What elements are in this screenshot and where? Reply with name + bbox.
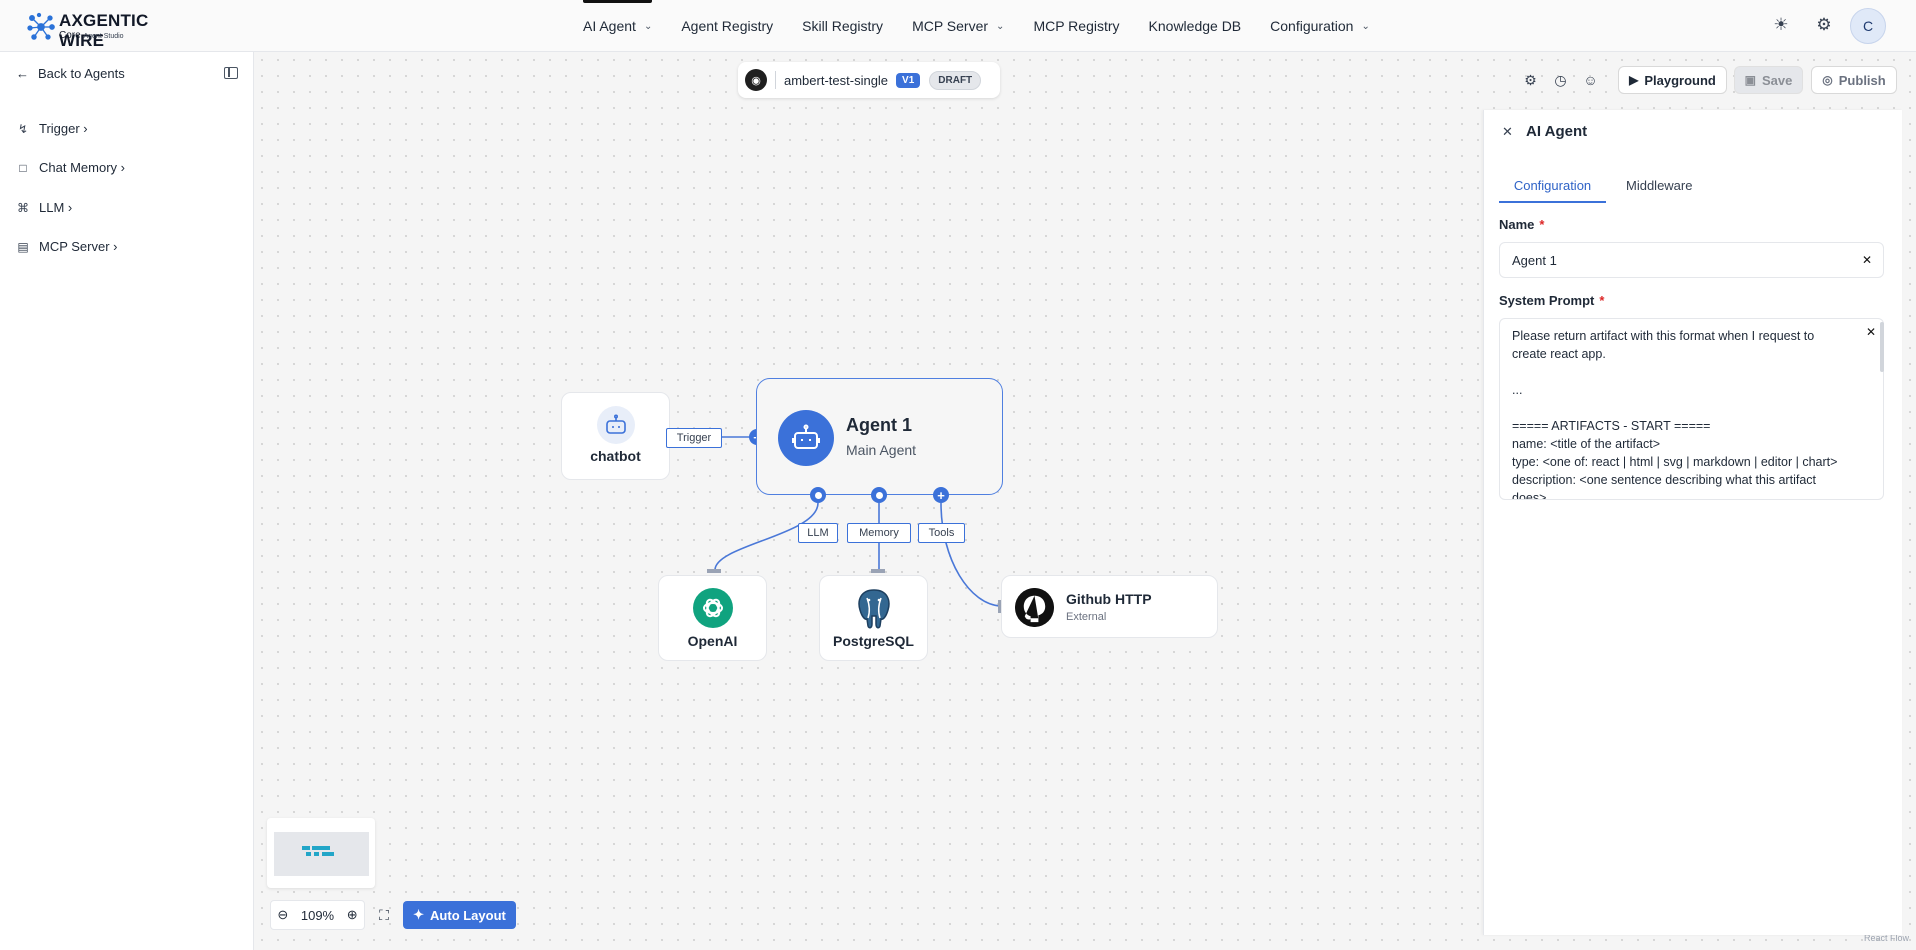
zoom-out-icon[interactable]: ⊖ — [277, 907, 288, 923]
top-navigation-bar: AXGENTIC WIRE Core Agent Studio AI Agent… — [0, 0, 1916, 52]
system-prompt-label: System Prompt * — [1499, 293, 1605, 308]
canvas-toolbar-icons: ⚙ ◷ ☺ — [1507, 66, 1614, 94]
tab-configuration[interactable]: Configuration — [1499, 178, 1606, 203]
openai-label: OpenAI — [687, 633, 738, 649]
robot-icon — [778, 410, 834, 466]
memory-edge-label: Memory — [847, 523, 911, 543]
sidebar-item-mcp-server[interactable]: ▤ MCP Server › — [16, 239, 117, 254]
postgresql-icon — [858, 589, 890, 629]
main-nav: AI Agent ⌄ Agent Registry Skill Registry … — [583, 0, 1399, 52]
node-config-panel: ✕ AI Agent Configuration Middleware Name… — [1483, 110, 1902, 935]
play-icon: ▶ — [1629, 73, 1639, 87]
zoom-in-icon[interactable]: ⊕ — [347, 907, 358, 923]
chevron-down-icon: ⌄ — [1361, 20, 1370, 32]
minimap[interactable] — [267, 818, 375, 888]
postgresql-node[interactable]: PostgreSQL — [819, 575, 928, 661]
users-icon[interactable]: ☺ — [1576, 72, 1606, 88]
sidebar-toggle-icon[interactable] — [224, 67, 238, 79]
status-badge: DRAFT — [929, 70, 982, 90]
llm-edge-label: LLM — [798, 523, 838, 543]
name-label: Name * — [1499, 217, 1545, 232]
user-avatar[interactable]: C — [1850, 8, 1886, 44]
system-prompt-field[interactable]: Please return artifact with this format … — [1499, 318, 1884, 500]
agent-name: ambert-test-single — [784, 72, 889, 88]
openai-node[interactable]: OpenAI — [658, 575, 767, 661]
agent-node[interactable]: Agent 1 Main Agent — [756, 378, 1003, 495]
bolt-icon: ↯ — [17, 121, 29, 136]
sidebar-item-trigger[interactable]: ↯ Trigger › — [16, 121, 88, 136]
history-icon[interactable]: ◷ — [1546, 72, 1576, 89]
nav-knowledge-db[interactable]: Knowledge DB — [1149, 0, 1242, 52]
chatbot-label: chatbot — [590, 448, 641, 464]
settings-icon[interactable]: ⚙ — [1516, 72, 1546, 89]
version-badge: V1 — [896, 72, 921, 88]
openai-icon — [693, 588, 733, 628]
sidebar: ← Back to Agents ↯ Trigger › □ Chat Memory… — [0, 52, 254, 950]
globe-icon: ◎ — [1822, 73, 1833, 87]
brand-subtitle: Core Agent Studio — [59, 30, 124, 41]
nav-mcp-registry[interactable]: MCP Registry — [1033, 0, 1119, 52]
name-field[interactable]: Agent 1 ✕ — [1499, 242, 1884, 278]
nav-configuration[interactable]: Configuration ⌄ — [1270, 0, 1370, 52]
message-icon: □ — [19, 160, 27, 175]
cpu-icon: ⌘ — [17, 200, 29, 215]
trigger-edge-label: Trigger — [666, 428, 722, 448]
sidebar-item-chat-memory[interactable]: □ Chat Memory › — [16, 160, 125, 175]
tools-edge-label: Tools — [918, 523, 965, 543]
llm-handle[interactable] — [810, 487, 826, 503]
chevron-down-icon: ⌄ — [643, 20, 653, 32]
textarea-scrollbar[interactable] — [1880, 322, 1884, 372]
clear-icon[interactable]: ✕ — [1862, 253, 1872, 267]
agent-subtitle: Main Agent — [846, 442, 917, 458]
chevron-down-icon: ⌄ — [996, 20, 1005, 32]
agent-title: Agent 1 — [846, 415, 913, 435]
nav-mcp-server[interactable]: MCP Server ⌄ — [912, 0, 1004, 52]
memory-handle[interactable] — [871, 487, 887, 503]
bot-icon — [597, 406, 635, 444]
auto-layout-button[interactable]: ✦ Auto Layout — [403, 901, 516, 929]
github-subtitle: External — [1066, 611, 1107, 623]
gear-icon[interactable]: ⚙ — [1813, 14, 1835, 36]
chatbot-trigger-node[interactable]: chatbot — [561, 392, 670, 480]
nav-ai-agent[interactable]: AI Agent ⌄ — [583, 0, 653, 52]
github-icon — [1015, 588, 1054, 627]
agent-version-bar: ◉ ambert-test-single V1 DRAFT — [738, 62, 1000, 98]
save-icon: ▣ — [1744, 73, 1756, 87]
sun-icon[interactable]: ☀ — [1770, 14, 1792, 36]
wand-icon: ✦ — [413, 907, 425, 922]
save-button[interactable]: ▣ Save — [1734, 66, 1803, 94]
zoom-level: 109% — [300, 907, 335, 923]
postgresql-label: PostgreSQL — [833, 633, 914, 649]
sidebar-item-llm[interactable]: ⌘ LLM › — [16, 200, 72, 215]
agent-icon: ◉ — [745, 69, 767, 91]
zoom-controls: ⊖ 109% ⊕ — [270, 900, 365, 930]
server-icon: ▤ — [17, 239, 29, 254]
tab-middleware[interactable]: Middleware — [1626, 178, 1692, 193]
clear-icon[interactable]: ✕ — [1866, 325, 1876, 339]
arrow-left-icon: ← — [16, 66, 29, 81]
github-title: Github HTTP — [1066, 591, 1152, 607]
playground-button[interactable]: ▶ Playground — [1618, 66, 1727, 94]
panel-title: AI Agent — [1526, 123, 1588, 140]
publish-button[interactable]: ◎ Publish — [1811, 66, 1897, 94]
github-http-node[interactable]: Github HTTP External — [1001, 575, 1218, 638]
nav-skill-registry[interactable]: Skill Registry — [802, 0, 883, 52]
logo-icon — [27, 12, 55, 40]
back-to-agents-link[interactable]: ← Back to Agents — [16, 66, 125, 81]
fit-view-icon[interactable]: ⛶ — [374, 905, 394, 925]
tools-add-handle[interactable]: + — [933, 487, 949, 503]
close-icon[interactable]: ✕ — [1502, 124, 1513, 140]
nav-agent-registry[interactable]: Agent Registry — [681, 0, 773, 52]
brand-logo[interactable]: AXGENTIC WIRE Core Agent Studio — [26, 10, 186, 50]
